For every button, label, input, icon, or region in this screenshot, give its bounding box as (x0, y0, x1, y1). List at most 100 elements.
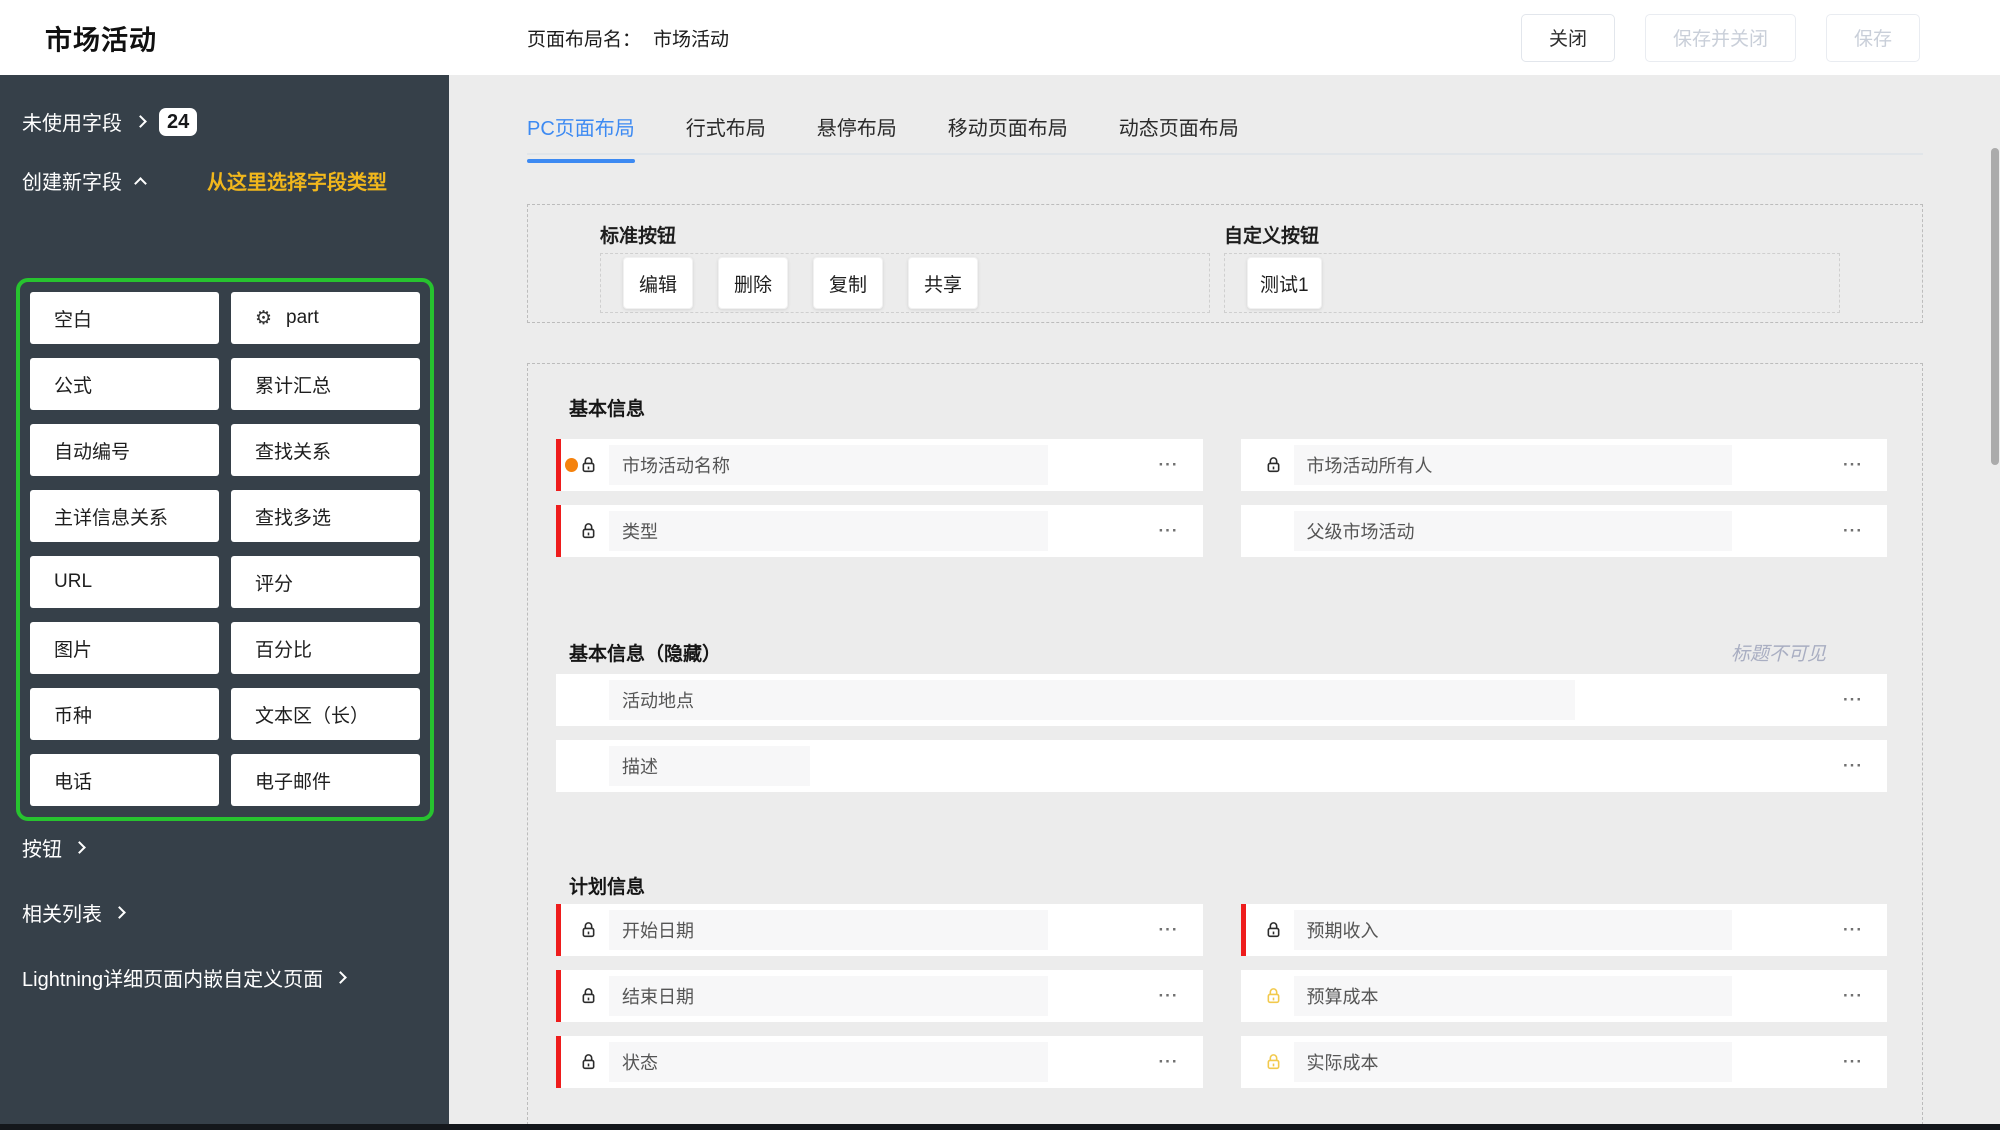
layout-name-value: 市场活动 (653, 29, 730, 50)
lock-icon (579, 522, 598, 541)
field-label: 实际成本 (1306, 1053, 1379, 1073)
field-card[interactable]: 预算成本 ··· (1240, 970, 1887, 1022)
unused-fields-label: 未使用字段 (22, 113, 122, 135)
field-type-自动编号[interactable]: 自动编号 (30, 424, 219, 476)
custom-button-测试1[interactable]: 测试1 (1247, 257, 1322, 309)
field-type-主详信息关系[interactable]: 主详信息关系 (30, 490, 219, 542)
field-type-label: 自动编号 (54, 441, 131, 463)
field-card[interactable]: 实际成本 ··· (1240, 1036, 1887, 1088)
field-more-icon[interactable]: ··· (1159, 1052, 1179, 1072)
field-more-icon[interactable]: ··· (1159, 920, 1179, 940)
field-type-累计汇总[interactable]: 累计汇总 (231, 358, 420, 410)
field-type-part[interactable]: ⚙ part (231, 292, 420, 344)
tab-行式布局[interactable]: 行式布局 (686, 112, 766, 163)
field-type-查找多选[interactable]: 查找多选 (231, 490, 420, 542)
field-label: 活动地点 (622, 691, 694, 711)
vertical-scrollbar[interactable] (1991, 148, 1999, 465)
field-name-box: 预期收入 (1293, 910, 1732, 950)
field-type-label: 空白 (54, 309, 93, 331)
create-field-label: 创建新字段 (22, 172, 122, 194)
standard-button-删除[interactable]: 删除 (718, 257, 788, 309)
standard-button-共享[interactable]: 共享 (908, 257, 978, 309)
standard-button-编辑[interactable]: 编辑 (623, 257, 693, 309)
section-header: 基本信息 (528, 394, 1922, 421)
field-more-icon[interactable]: ··· (1843, 690, 1863, 710)
sidebar-item-相关列表[interactable]: 相关列表 (22, 898, 433, 927)
field-type-文本区（长）[interactable]: 文本区（长） (231, 688, 420, 740)
field-type-查找关系[interactable]: 查找关系 (231, 424, 420, 476)
field-more-icon[interactable]: ··· (1843, 756, 1863, 776)
field-type-币种[interactable]: 币种 (30, 688, 219, 740)
field-type-评分[interactable]: 评分 (231, 556, 420, 608)
sidebar-item-unused-fields[interactable]: 未使用字段 24 (22, 107, 449, 136)
field-card[interactable]: 结束日期 ··· (556, 970, 1203, 1022)
required-bar (556, 904, 561, 956)
section-title: 基本信息（隐藏） (569, 644, 722, 665)
field-label: 类型 (622, 522, 658, 542)
field-type-百分比[interactable]: 百分比 (231, 622, 420, 674)
tab-悬停布局[interactable]: 悬停布局 (817, 112, 897, 163)
field-name-box: 市场活动名称 (609, 445, 1048, 485)
field-name-box: 活动地点 (609, 680, 1575, 720)
field-more-icon[interactable]: ··· (1843, 986, 1863, 1006)
field-label: 开始日期 (622, 921, 694, 941)
create-field-toggle[interactable]: 创建新字段 (22, 166, 147, 195)
field-more-icon[interactable]: ··· (1159, 521, 1179, 541)
field-more-icon[interactable]: ··· (1843, 521, 1863, 541)
tab-动态页面布局[interactable]: 动态页面布局 (1119, 112, 1239, 163)
field-card[interactable]: 市场活动名称 ··· (556, 439, 1203, 491)
field-card[interactable]: 状态 ··· (556, 1036, 1203, 1088)
layout-name: 页面布局名： 市场活动 (527, 24, 729, 51)
sidebar-links: 按钮相关列表 Lightning详细页面内嵌自定义页面 (22, 833, 433, 1028)
field-name-box: 状态 (609, 1042, 1048, 1082)
required-bar (556, 1036, 561, 1088)
topbar: 市场活动 页面布局名： 市场活动 关闭 保存并关闭 保存 (0, 0, 2000, 75)
field-label: 预期收入 (1306, 921, 1379, 941)
field-card[interactable]: 预期收入 ··· (1240, 904, 1887, 956)
field-card[interactable]: 描述 ··· (556, 740, 1887, 792)
field-card[interactable]: 父级市场活动 ··· (1240, 505, 1887, 557)
sidebar-item-Lightning详细页面内嵌自定义页面[interactable]: Lightning详细页面内嵌自定义页面 (22, 963, 433, 992)
tab-PC页面布局[interactable]: PC页面布局 (527, 112, 635, 163)
field-type-label: 主详信息关系 (54, 507, 169, 529)
field-card[interactable]: 开始日期 ··· (556, 904, 1203, 956)
field-type-label: 百分比 (255, 639, 313, 661)
field-name-box: 结束日期 (609, 976, 1048, 1016)
required-bar (556, 439, 561, 491)
field-card[interactable]: 市场活动所有人 ··· (1240, 439, 1887, 491)
field-type-图片[interactable]: 图片 (30, 622, 219, 674)
field-card[interactable]: 类型 ··· (556, 505, 1203, 557)
section-title: 计划信息 (569, 877, 646, 898)
field-more-icon[interactable]: ··· (1159, 986, 1179, 1006)
field-label: 市场活动所有人 (1306, 456, 1433, 476)
tab-移动页面布局[interactable]: 移动页面布局 (948, 112, 1068, 163)
field-name-box: 描述 (609, 746, 810, 786)
sidebar-item-按钮[interactable]: 按钮 (22, 833, 433, 862)
field-card[interactable]: 活动地点 ··· (556, 674, 1887, 726)
save-button[interactable]: 保存 (1825, 13, 1920, 62)
field-name-box: 父级市场活动 (1293, 511, 1732, 551)
required-dot-icon (565, 458, 578, 472)
field-type-电子邮件[interactable]: 电子邮件 (231, 754, 420, 806)
field-more-icon[interactable]: ··· (1159, 455, 1179, 475)
field-type-公式[interactable]: 公式 (30, 358, 219, 410)
field-more-icon[interactable]: ··· (1843, 920, 1863, 940)
standard-button-复制[interactable]: 复制 (813, 257, 883, 309)
field-more-icon[interactable]: ··· (1843, 1052, 1863, 1072)
page-layout-editor: 市场活动 页面布局名： 市场活动 关闭 保存并关闭 保存 未使用字段 24 创建… (0, 0, 2000, 1130)
chevron-up-icon (134, 176, 147, 190)
lock-icon (1264, 1053, 1283, 1072)
close-button[interactable]: 关闭 (1520, 13, 1615, 62)
field-type-URL[interactable]: URL (30, 556, 219, 608)
save-and-close-button[interactable]: 保存并关闭 (1644, 13, 1796, 62)
field-more-icon[interactable]: ··· (1843, 455, 1863, 475)
field-type-label: 图片 (54, 639, 93, 661)
lock-icon (1264, 987, 1283, 1006)
tab-bar: PC页面布局 行式布局 悬停布局 移动页面布局 动态页面布局 (527, 112, 1239, 163)
field-type-label: 文本区（长） (255, 705, 370, 727)
field-type-空白[interactable]: 空白 (30, 292, 219, 344)
field-type-电话[interactable]: 电话 (30, 754, 219, 806)
field-type-label: 电子邮件 (255, 771, 332, 793)
field-name-box: 市场活动所有人 (1293, 445, 1732, 485)
section-rows: 开始日期 ··· 预期收入 ··· 结束日期 ··· 预算成本 ··· 状态 ··· 实际成本 ··· (556, 904, 1887, 1088)
